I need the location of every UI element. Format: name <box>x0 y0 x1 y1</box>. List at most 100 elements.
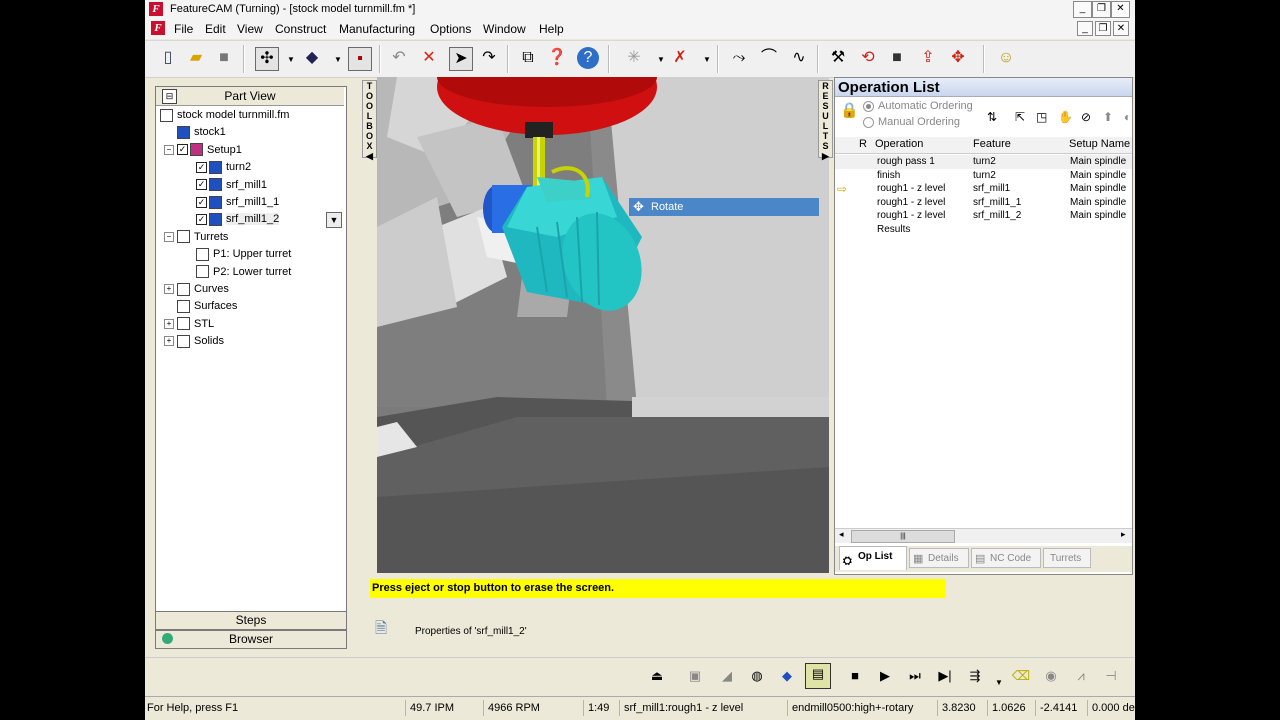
expander-icon[interactable]: − <box>164 144 174 155</box>
snap-off-icon[interactable]: ✗ <box>669 47 691 69</box>
menu-options[interactable]: Options <box>430 22 471 36</box>
menu-edit[interactable]: Edit <box>205 22 226 36</box>
menu-file[interactable]: File <box>174 22 193 36</box>
globe-sim-icon[interactable]: ◉ <box>1041 666 1061 686</box>
solid-sim-icon[interactable]: ◍ <box>747 666 767 686</box>
col-operation[interactable]: Operation <box>875 138 923 150</box>
checkbox-icon[interactable]: ✓ <box>196 213 207 225</box>
tree-item[interactable]: + STL <box>164 316 214 333</box>
checkbox-icon[interactable]: ✓ <box>196 161 207 173</box>
save-icon[interactable]: ■ <box>213 47 235 69</box>
doc-minimize-icon[interactable]: _ <box>1077 21 1093 36</box>
horizontal-scrollbar[interactable]: ◂ ||| ▸ <box>835 528 1132 543</box>
automatic-ordering-radio[interactable]: Automatic Ordering <box>863 100 973 112</box>
tree-item[interactable]: stock1 <box>164 124 226 141</box>
tab-turrets[interactable]: Turrets <box>1043 548 1091 568</box>
expander-icon[interactable]: + <box>164 318 174 329</box>
tree-item[interactable]: ✓ srf_mill1_2 <box>182 211 280 228</box>
open-folder-icon[interactable]: ▰ <box>185 47 207 69</box>
part-view-header[interactable]: ⊟ Part View <box>156 87 344 106</box>
checkbox-icon[interactable]: ✓ <box>196 179 207 191</box>
undo-icon[interactable]: ↶ <box>388 47 410 69</box>
smiley-icon[interactable]: ☺ <box>995 47 1017 69</box>
new-file-icon[interactable]: ▯ <box>157 47 179 69</box>
feature-wizard-icon[interactable]: ⚒ <box>827 47 849 69</box>
export-icon[interactable]: ⇱ <box>1015 110 1025 124</box>
hand-icon[interactable]: ✋ <box>1058 110 1073 124</box>
machine-sim-icon[interactable]: ▤ <box>805 663 831 689</box>
col-setup-name[interactable]: Setup Name <box>1069 138 1130 150</box>
step-icon[interactable]: ⇶ <box>965 666 985 686</box>
no-entry-icon[interactable]: ⊘ <box>1081 110 1091 124</box>
step-end-icon[interactable]: ▶| <box>935 666 955 686</box>
expander-icon[interactable]: + <box>164 336 174 347</box>
steps-tab[interactable]: Steps <box>155 611 347 630</box>
expander-icon[interactable]: − <box>164 231 174 242</box>
stop-icon[interactable]: ■ <box>845 666 865 686</box>
close-icon[interactable]: ✕ <box>1111 1 1130 18</box>
menu-window[interactable]: Window <box>483 22 526 36</box>
document-menu-icon[interactable]: F <box>151 21 165 35</box>
menu-manufacturing[interactable]: Manufacturing <box>339 22 415 36</box>
tab-details[interactable]: ▦ Details <box>909 548 969 568</box>
delete-icon[interactable]: ✕ <box>418 47 440 69</box>
camera-icon[interactable]: ◳ <box>1036 110 1047 124</box>
checkbox-icon[interactable]: ✓ <box>177 144 188 156</box>
3d-sim-icon[interactable]: ◢ <box>717 666 737 686</box>
op-list-row[interactable]: rough pass 1 turn2 Main spindle <box>835 155 1132 169</box>
snap-point-icon[interactable]: ✳ <box>623 47 645 69</box>
toolbox-strip[interactable]: TOOLBOX ◀ <box>362 80 377 161</box>
coordinate-icon[interactable]: ⇪ <box>917 47 939 69</box>
tree-item[interactable]: − Turrets <box>164 229 228 246</box>
op-list-row[interactable]: rough1 - z level srf_mill1_1 Main spindle <box>835 196 1132 210</box>
tool-sim-icon[interactable]: ◆ <box>777 666 797 686</box>
scroll-right-icon[interactable]: ▸ <box>1121 529 1126 540</box>
redo-icon[interactable]: ↷ <box>478 47 500 69</box>
tree-item[interactable]: + Solids <box>164 333 224 350</box>
doc-restore-icon[interactable]: ❐ <box>1095 21 1111 36</box>
spline-tool-icon[interactable]: ∿ <box>788 47 810 69</box>
doc-close-icon[interactable]: ✕ <box>1113 21 1129 36</box>
minimize-icon[interactable]: _ <box>1073 1 1092 18</box>
arc-tool-icon[interactable]: ⌒ <box>758 47 780 69</box>
col-feature[interactable]: Feature <box>973 138 1011 150</box>
slider-icon[interactable]: ⊣ <box>1101 666 1121 686</box>
maximize-icon[interactable]: ❐ <box>1092 1 1111 18</box>
menu-construct[interactable]: Construct <box>275 22 326 36</box>
tree-item[interactable]: ✓ srf_mill1 <box>182 177 267 194</box>
expander-icon[interactable]: + <box>164 284 174 295</box>
checkbox-icon[interactable]: ✓ <box>196 196 207 208</box>
stock-view-icon[interactable]: ▪ <box>348 47 372 71</box>
fast-forward-icon[interactable]: ⏭ <box>905 666 925 686</box>
tree-item[interactable]: P1: Upper turret <box>182 246 291 263</box>
eraser-icon[interactable]: ⌫ <box>1011 666 1031 686</box>
tree-item[interactable]: + Curves <box>164 281 229 298</box>
op-list-row[interactable]: ⇨ rough1 - z level srf_mill1 Main spindle <box>835 182 1132 196</box>
dropdown-arrow-icon[interactable]: ▼ <box>326 212 342 228</box>
menu-help[interactable]: Help <box>539 22 564 36</box>
pointer-icon[interactable]: ➤ <box>449 47 473 71</box>
curve-tool-icon[interactable]: ⤳ <box>728 47 750 69</box>
results-strip[interactable]: RESULTS ▶ <box>818 80 833 161</box>
up-arrow-icon[interactable]: ⬆ <box>1103 110 1113 124</box>
play-icon[interactable]: ▶ <box>875 666 895 686</box>
centerline-sim-icon[interactable]: ▣ <box>685 666 705 686</box>
op-list-row[interactable]: Results <box>835 223 1132 237</box>
scroll-left-icon[interactable]: ◂ <box>839 529 844 540</box>
browser-tab[interactable]: Browser <box>155 630 347 649</box>
tree-item[interactable]: ✓ turn2 <box>182 159 251 176</box>
eject-icon[interactable]: ⏏ <box>647 666 667 686</box>
tree-item[interactable]: ✓ srf_mill1_1 <box>182 194 279 211</box>
lock-icon[interactable]: 🔒 <box>840 101 859 119</box>
tree-item[interactable]: Surfaces <box>164 298 237 315</box>
tree-item[interactable]: stock model turnmill.fm <box>160 107 289 124</box>
graph-icon[interactable]: ⩘ <box>1071 666 1091 686</box>
tab-nc-code[interactable]: ▤ NC Code <box>971 548 1041 568</box>
menu-view[interactable]: View <box>237 22 263 36</box>
shade-mode-icon[interactable]: ◆ <box>301 47 323 69</box>
copy-icon[interactable]: ⧉ <box>517 47 539 69</box>
tree-item[interactable]: P2: Lower turret <box>182 264 291 281</box>
scroll-thumb[interactable]: ||| <box>851 530 955 543</box>
col-r[interactable]: R <box>859 138 867 150</box>
manual-ordering-radio[interactable]: Manual Ordering <box>863 116 960 128</box>
